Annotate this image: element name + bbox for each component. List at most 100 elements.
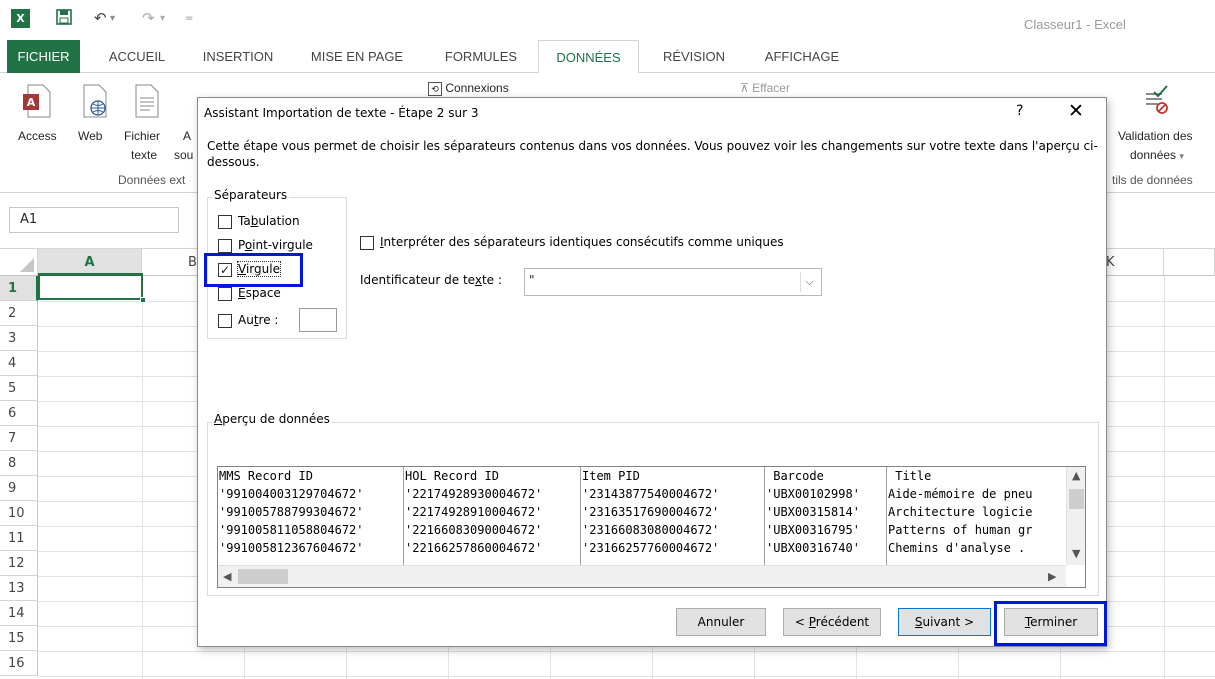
- scroll-thumb[interactable]: [238, 569, 288, 584]
- text-file-button-line2[interactable]: texte: [131, 148, 157, 162]
- preview-column: Item PID '23143877540004672' '231635176900…: [581, 467, 765, 565]
- preview-cell: Patterns of human gr: [888, 523, 1033, 537]
- data-validation-button-line2[interactable]: données ▾: [1130, 148, 1184, 162]
- checkbox[interactable]: [360, 236, 374, 250]
- row-header-9[interactable]: 9: [0, 476, 38, 501]
- other-sources-button-line2[interactable]: sou: [174, 148, 193, 162]
- preview-column: MMS Record ID '991004003129704672' '991005…: [218, 467, 404, 565]
- row-header-4[interactable]: 4: [0, 351, 38, 376]
- undo-icon[interactable]: ↶: [94, 9, 107, 28]
- ribbon-tabs: FICHIER ACCUEIL INSERTION MISE EN PAGE F…: [0, 40, 1215, 74]
- other-sources-button-line1[interactable]: A: [183, 129, 191, 143]
- select-all-corner[interactable]: [0, 249, 38, 276]
- dialog-title: Assistant Importation de texte - Étape 2…: [204, 106, 479, 120]
- row-header-14[interactable]: 14: [0, 601, 38, 626]
- preview-column: Title Aide-mémoire de pneu Architecture lo…: [887, 467, 1066, 565]
- other-separator-input[interactable]: [299, 308, 337, 332]
- text-file-icon[interactable]: [132, 84, 162, 118]
- preview-cell: 'UBX00316740': [766, 541, 860, 555]
- row-header-5[interactable]: 5: [0, 376, 38, 401]
- gridline: [38, 651, 1215, 652]
- redo-icon[interactable]: ↷: [142, 9, 155, 28]
- preview-cell: '23166257760004672': [582, 541, 720, 555]
- save-icon[interactable]: [56, 9, 72, 30]
- row-header-10[interactable]: 10: [0, 501, 38, 526]
- row-header-11[interactable]: 11: [0, 526, 38, 551]
- preview-cell: '991004003129704672': [219, 487, 364, 501]
- other-separator-checkbox[interactable]: Autre :: [218, 312, 298, 330]
- previous-button[interactable]: < Précédent: [783, 608, 881, 636]
- scroll-down-icon[interactable]: ▼: [1072, 547, 1080, 560]
- preview-vertical-scrollbar[interactable]: ▲ ▼: [1066, 467, 1085, 565]
- group-external-data: Données ext: [118, 173, 186, 187]
- checkbox[interactable]: [218, 239, 232, 253]
- row-header-7[interactable]: 7: [0, 426, 38, 451]
- undo-dropdown-icon[interactable]: ▾: [110, 9, 115, 28]
- fill-handle[interactable]: [140, 297, 146, 303]
- column-header[interactable]: [1164, 249, 1215, 276]
- tab-donnees[interactable]: DONNÉES: [538, 40, 639, 74]
- preview-cell: 'UBX00315814': [766, 505, 860, 519]
- help-button[interactable]: ?: [1016, 103, 1023, 119]
- space-separator-checkbox[interactable]: Espace: [218, 285, 338, 303]
- redo-dropdown-icon[interactable]: ▾: [160, 9, 165, 28]
- data-validation-button-line1[interactable]: Validation des: [1118, 129, 1193, 143]
- web-icon[interactable]: [78, 84, 108, 118]
- data-validation-icon[interactable]: [1142, 84, 1172, 118]
- customize-qat-icon[interactable]: =: [185, 9, 193, 28]
- checkbox-label: Interpréter des séparateurs identiques c…: [380, 235, 784, 249]
- tab-formules[interactable]: FORMULES: [430, 40, 532, 73]
- preview-cell: '22166083090004672': [405, 523, 543, 537]
- preview-cell: '991005811058804672': [219, 523, 364, 537]
- group-data-tools: tils de données: [1112, 173, 1193, 187]
- scroll-thumb[interactable]: [1069, 489, 1084, 509]
- row-header-15[interactable]: 15: [0, 626, 38, 651]
- text-qualifier-value: ": [529, 273, 535, 287]
- row-header-8[interactable]: 8: [0, 451, 38, 476]
- row-header-2[interactable]: 2: [0, 301, 38, 326]
- text-qualifier-label: Identificateur de texte :: [360, 273, 502, 287]
- access-icon[interactable]: A: [22, 84, 52, 118]
- tab-revision[interactable]: RÉVISION: [648, 40, 740, 73]
- row-header-1[interactable]: 1: [0, 276, 38, 301]
- cancel-button[interactable]: Annuler: [676, 608, 766, 636]
- text-file-button-line1[interactable]: Fichier: [124, 129, 160, 143]
- checkbox[interactable]: [218, 215, 232, 229]
- preview-horizontal-scrollbar[interactable]: ◀ ▶: [218, 565, 1066, 587]
- tab-accueil[interactable]: ACCUEIL: [93, 40, 181, 73]
- scroll-up-icon[interactable]: ▲: [1072, 469, 1080, 482]
- access-button[interactable]: Access: [18, 129, 57, 143]
- column-header-a[interactable]: A: [38, 249, 142, 276]
- tab-mise-en-page[interactable]: MISE EN PAGE: [298, 40, 416, 73]
- connections-button[interactable]: ⟲ Connexions: [428, 81, 509, 96]
- tab-separator-checkbox[interactable]: Tabulation: [218, 213, 338, 231]
- row-header-16[interactable]: 16: [0, 651, 38, 676]
- row-header-13[interactable]: 13: [0, 576, 38, 601]
- chevron-down-icon[interactable]: ⌵: [800, 272, 818, 292]
- preview-cell: 'UBX00316795': [766, 523, 860, 537]
- row-header-6[interactable]: 6: [0, 401, 38, 426]
- name-box[interactable]: A1: [9, 207, 179, 233]
- data-preview[interactable]: MMS Record ID '991004003129704672' '991005…: [217, 466, 1086, 588]
- highlight-finish: [994, 601, 1107, 646]
- next-button[interactable]: Suivant >: [898, 608, 991, 636]
- tab-affichage[interactable]: AFFICHAGE: [748, 40, 856, 73]
- gridline: [38, 676, 1215, 677]
- web-button[interactable]: Web: [78, 129, 102, 143]
- checkbox[interactable]: [218, 287, 232, 301]
- active-cell-a1[interactable]: [38, 273, 143, 300]
- clear-filter-icon: ⊼: [740, 81, 749, 95]
- row-header-12[interactable]: 12: [0, 551, 38, 576]
- scroll-left-icon[interactable]: ◀: [223, 570, 231, 583]
- checkbox[interactable]: [218, 314, 232, 328]
- tab-fichier[interactable]: FICHIER: [7, 40, 80, 73]
- tab-insertion[interactable]: INSERTION: [190, 40, 286, 73]
- scroll-right-icon[interactable]: ▶: [1048, 570, 1056, 583]
- row-header-3[interactable]: 3: [0, 326, 38, 351]
- preview-header: Title: [888, 469, 932, 483]
- clear-filter-button[interactable]: ⊼ Effacer: [740, 81, 790, 95]
- close-icon[interactable]: ✕: [1068, 100, 1084, 122]
- text-qualifier-select[interactable]: " ⌵: [524, 268, 822, 296]
- consecutive-delimiters-checkbox[interactable]: Interpréter des séparateurs identiques c…: [360, 234, 860, 252]
- checkbox-label: Espace: [238, 286, 281, 300]
